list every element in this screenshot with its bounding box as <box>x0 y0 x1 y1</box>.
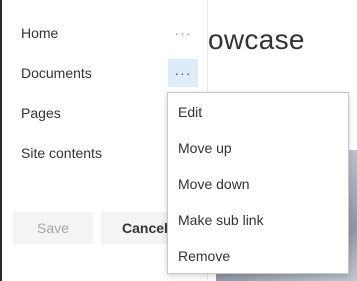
nav-item-label: Documents <box>21 65 92 81</box>
save-button[interactable]: Save <box>13 212 93 244</box>
menu-item-remove[interactable]: Remove <box>168 238 348 274</box>
page-title: owcase <box>208 24 305 55</box>
menu-item-make-sub-link[interactable]: Make sub link <box>168 202 348 238</box>
menu-item-label: Edit <box>178 104 203 120</box>
nav-item-label: Pages <box>21 105 61 121</box>
nav-item-home[interactable]: Home ··· <box>2 15 207 51</box>
nav-item-documents[interactable]: Documents ··· <box>2 55 207 91</box>
nav-item-label: Home <box>21 25 59 41</box>
menu-item-label: Make sub link <box>178 212 264 228</box>
nav-item-label: Site contents <box>21 145 102 161</box>
menu-item-label: Remove <box>178 248 231 264</box>
more-options-icon[interactable]: ··· <box>168 19 198 47</box>
menu-item-edit[interactable]: Edit <box>168 94 348 130</box>
menu-item-move-down[interactable]: Move down <box>168 166 348 202</box>
nav-context-menu: Edit Move up Move down Make sub link Rem… <box>167 92 349 274</box>
more-options-icon[interactable]: ··· <box>168 59 198 87</box>
menu-item-label: Move down <box>178 176 250 192</box>
menu-item-label: Move up <box>178 140 232 156</box>
menu-item-move-up[interactable]: Move up <box>168 130 348 166</box>
